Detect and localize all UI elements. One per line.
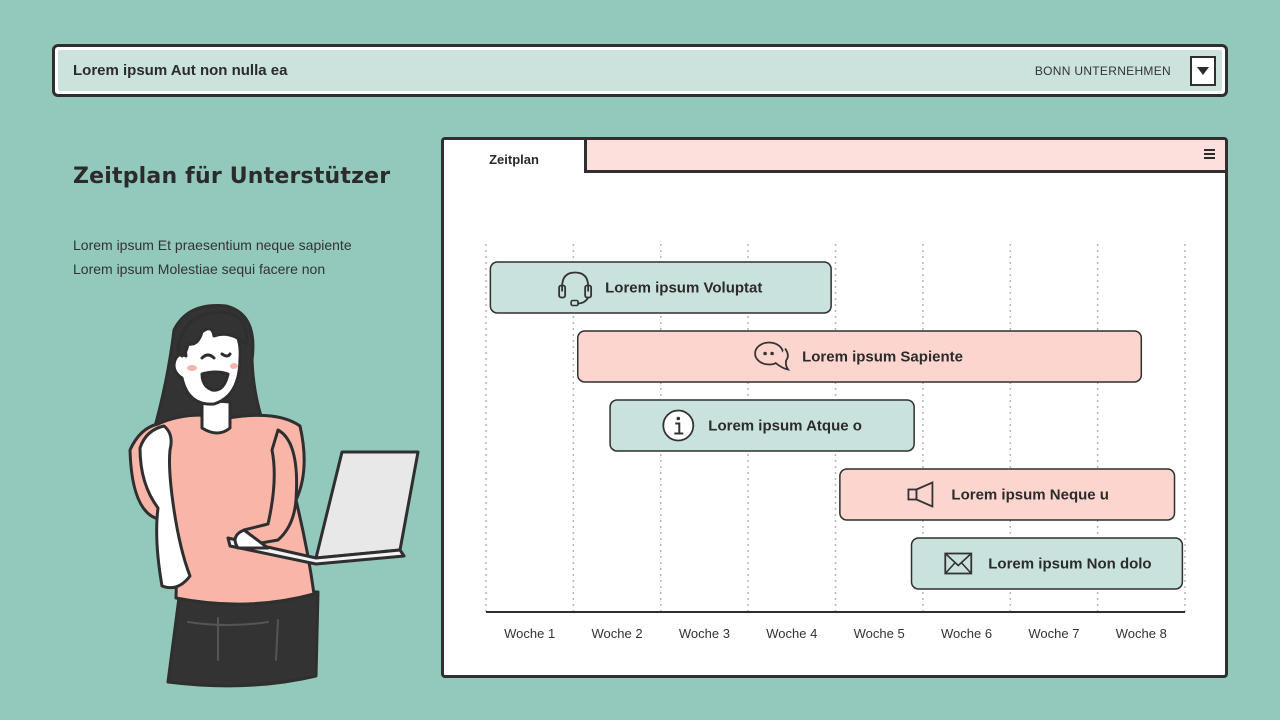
schedule-panel: Zeitplan Woche 1 Woche 2 Woche 3 Woche 4 Woc… [441,137,1228,678]
dropdown-button[interactable] [1190,55,1216,86]
x-tick-label: Woche 4 [766,626,817,641]
page-title: Lorem ipsum Aut non nulla ea [73,62,288,79]
top-bar-inner: Lorem ipsum Aut non nulla ea BONN UNTERN… [58,50,1222,91]
gantt-bar-label: Lorem ipsum Voluptat [605,280,762,297]
description-line-1: Lorem ipsum Et praesentium neque sapient… [73,237,352,253]
info-icon [662,409,695,442]
top-bar: Lorem ipsum Aut non nulla ea BONN UNTERN… [52,44,1228,97]
company-name: BONN UNTERNEHMEN [1034,63,1171,78]
description-line-2: Lorem ipsum Molestiae sequi facere non [73,261,326,277]
section-heading: Zeitplan für Unterstützer [73,164,391,189]
x-tick-label: Woche 8 [1116,626,1167,641]
x-tick-label: Woche 7 [1028,626,1079,641]
x-tick-label: Woche 1 [504,626,555,641]
woman-with-laptop-illustration [128,304,420,688]
x-tick-label: Woche 2 [592,626,643,641]
description: Lorem ipsum Et praesentium neque sapient… [73,233,352,281]
caret-down-icon [1197,66,1209,75]
x-tick-label: Woche 6 [941,626,992,641]
gantt-bar-label: Lorem ipsum Atque o [708,418,862,435]
x-tick-label: Woche 5 [854,626,905,641]
gantt-bar-label: Lorem ipsum Neque u [951,487,1109,504]
gantt-bar-label: Lorem ipsum Sapiente [802,349,963,366]
gantt-bar-label: Lorem ipsum Non dolo [988,556,1151,573]
x-tick-label: Woche 3 [679,626,730,641]
gantt-chart: Woche 1 Woche 2 Woche 3 Woche 4 Woche 5 Woche… [485,244,1186,641]
